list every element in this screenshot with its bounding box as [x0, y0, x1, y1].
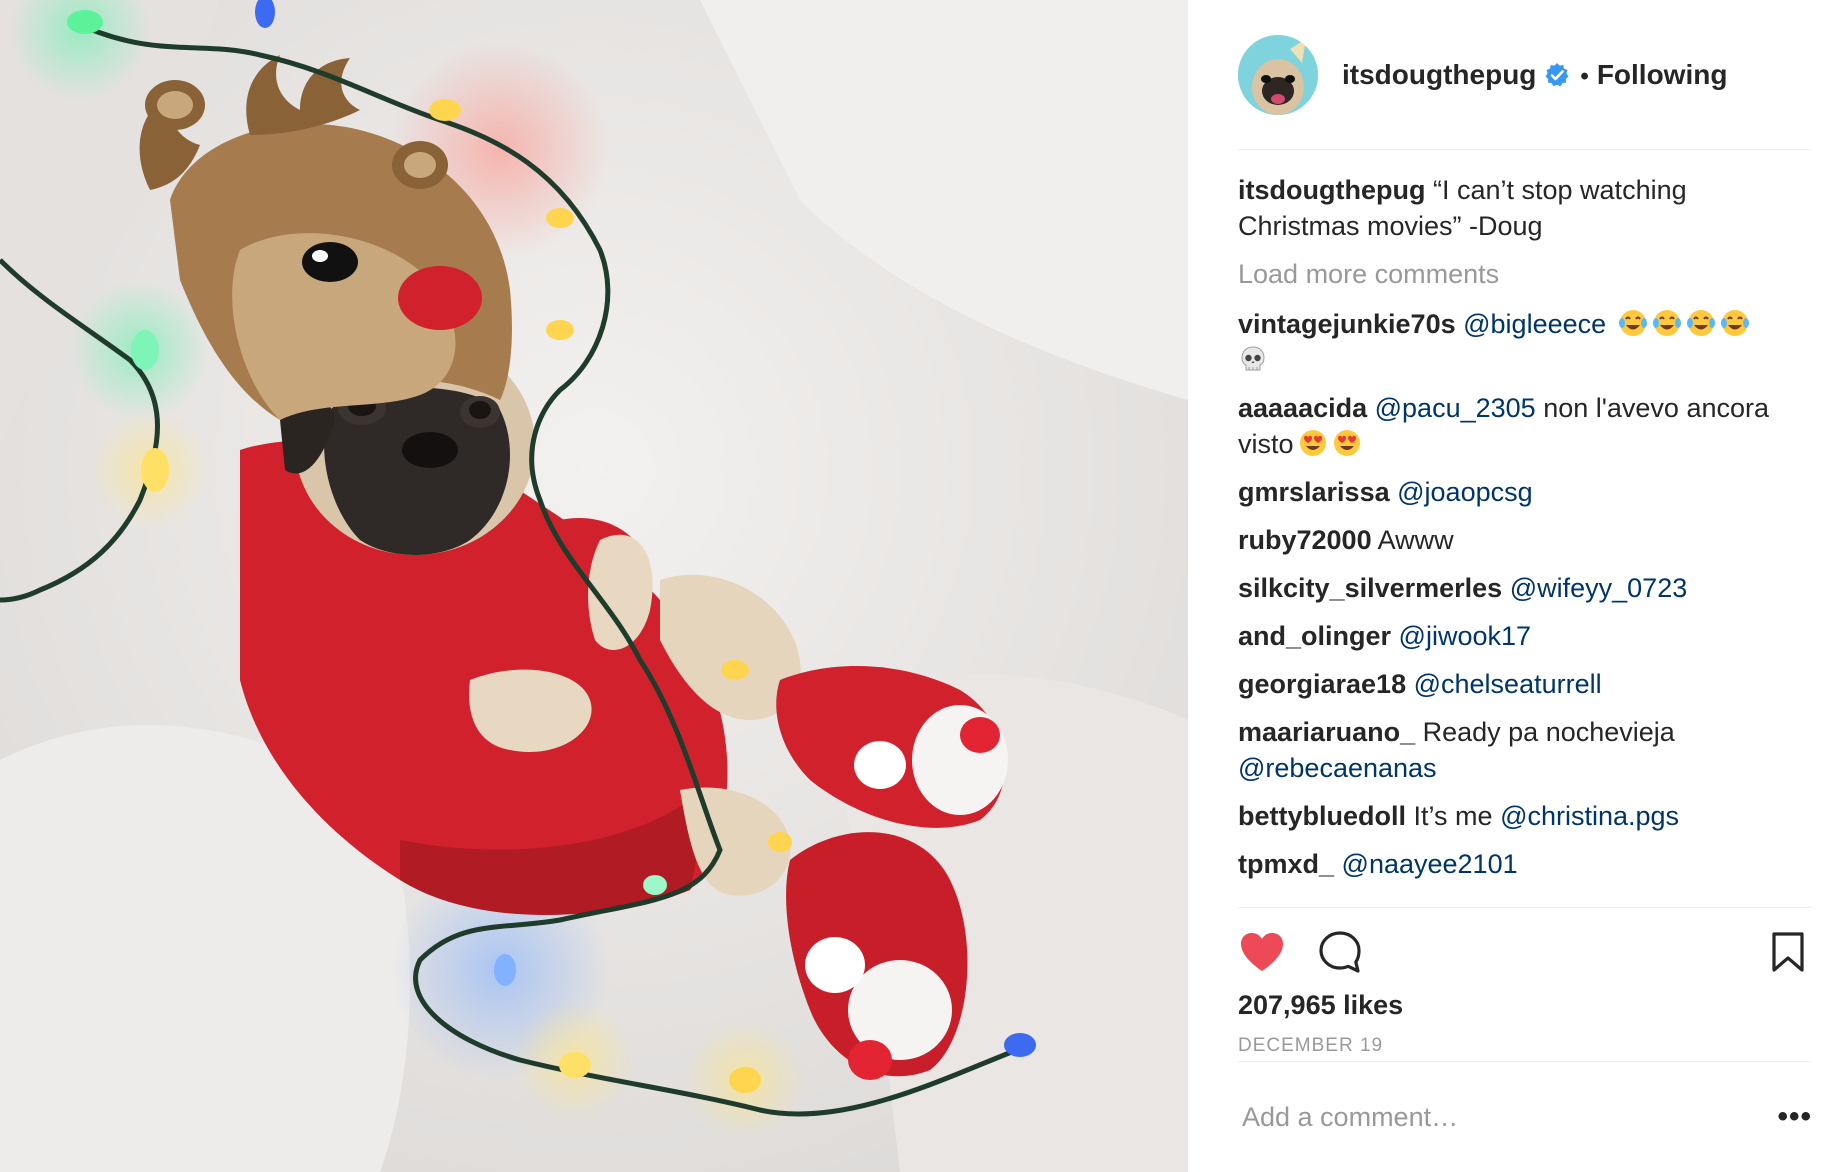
comment-mention[interactable]: @christina.pgs: [1500, 801, 1679, 831]
comment-item: ruby72000 Awww: [1238, 522, 1812, 558]
comment-mention[interactable]: @bigleeece: [1463, 309, 1606, 339]
face-with-tears-of-joy-icon: [1652, 310, 1681, 336]
save-button[interactable]: [1764, 928, 1812, 976]
comment-username[interactable]: ruby72000: [1238, 525, 1372, 555]
verified-badge-icon: [1545, 62, 1569, 86]
avatar[interactable]: [1238, 34, 1318, 115]
comment-item: georgiarae18 @chelseaturrell: [1238, 666, 1812, 702]
like-button[interactable]: [1238, 928, 1286, 976]
bookmark-icon: [1772, 932, 1804, 972]
face-with-tears-of-joy-icon: [1720, 310, 1749, 336]
post-actions: 207,965 likes DECEMBER 19: [1238, 908, 1812, 1062]
comment-item: aaaaacida @pacu_2305 non l'avevo ancora …: [1238, 390, 1812, 462]
face-with-tears-of-joy-icon: [1618, 310, 1647, 336]
post-header: itsdougthepug • Following: [1238, 0, 1812, 150]
comments-list[interactable]: itsdougthepug “I can’t stop watching Chr…: [1238, 150, 1812, 908]
comment-text: Awww: [1377, 525, 1454, 555]
comment-mention[interactable]: @joaopcsg: [1397, 477, 1533, 507]
comment-username[interactable]: and_olinger: [1238, 621, 1391, 651]
heart-filled-icon: [1241, 933, 1283, 971]
skull-icon: [1241, 346, 1265, 371]
header-separator: •: [1580, 62, 1589, 90]
post-view: itsdougthepug • Following itsdougthepug “…: [0, 0, 1848, 1172]
comment-mention[interactable]: @naayee2101: [1342, 849, 1518, 879]
comment-item: maariaruano_ Ready pa nochevieja @rebeca…: [1238, 714, 1812, 786]
comment-bubble-icon: [1319, 931, 1361, 973]
face-with-tears-of-joy-icon: [1686, 310, 1715, 336]
following-button[interactable]: Following: [1597, 59, 1728, 90]
likes-count[interactable]: 207,965 likes: [1238, 990, 1812, 1021]
post-sidebar: itsdougthepug • Following itsdougthepug “…: [1188, 0, 1848, 1172]
comment-username[interactable]: aaaaacida: [1238, 393, 1367, 423]
comment-item: silkcity_silvermerles @wifeyy_0723: [1238, 570, 1812, 606]
comment-username[interactable]: bettybluedoll: [1238, 801, 1406, 831]
comment-mention[interactable]: @pacu_2305: [1375, 393, 1536, 423]
avatar-image: [1238, 34, 1318, 115]
comment-input[interactable]: [1238, 1101, 1718, 1133]
comment-item: gmrslarissa @joaopcsg: [1238, 474, 1812, 510]
heart-eyes-icon: [1333, 430, 1360, 456]
add-comment-bar: •••: [1238, 1062, 1812, 1172]
comment-username[interactable]: gmrslarissa: [1238, 477, 1390, 507]
comment-mention[interactable]: @wifeyy_0723: [1510, 573, 1688, 603]
comment-username[interactable]: georgiarae18: [1238, 669, 1406, 699]
comment-item: tpmxd_ @naayee2101: [1238, 846, 1812, 882]
caption-username[interactable]: itsdougthepug: [1238, 175, 1425, 205]
post-date[interactable]: DECEMBER 19: [1238, 1035, 1812, 1057]
heart-eyes-icon: [1299, 430, 1326, 456]
comment-username[interactable]: maariaruano_: [1238, 717, 1415, 747]
comment-item: and_olinger @jiwook17: [1238, 618, 1812, 654]
more-options-button[interactable]: •••: [1777, 1100, 1812, 1134]
comment-username[interactable]: tpmxd_: [1238, 849, 1334, 879]
comment-username[interactable]: vintagejunkie70s: [1238, 309, 1456, 339]
comment-username[interactable]: silkcity_silvermerles: [1238, 573, 1502, 603]
comment-mention[interactable]: @rebecaenanas: [1238, 753, 1437, 783]
pug-photo-illustration: [0, 0, 1188, 1172]
load-more-comments-button[interactable]: Load more comments: [1238, 256, 1812, 292]
comment-item: vintagejunkie70s @bigleeece: [1238, 306, 1812, 378]
comment-item: bettybluedoll It’s me @christina.pgs: [1238, 798, 1812, 834]
header-username-link[interactable]: itsdougthepug • Following: [1342, 59, 1727, 91]
comment-text: It’s me: [1413, 801, 1493, 831]
comment-mention[interactable]: @chelseaturrell: [1414, 669, 1602, 699]
comment-button[interactable]: [1316, 928, 1364, 976]
comment-text: Ready pa nochevieja: [1422, 717, 1675, 747]
post-caption: itsdougthepug “I can’t stop watching Chr…: [1238, 172, 1812, 244]
header-username[interactable]: itsdougthepug: [1342, 59, 1536, 90]
action-buttons: [1238, 928, 1812, 976]
post-photo[interactable]: [0, 0, 1188, 1172]
comment-mention[interactable]: @jiwook17: [1399, 621, 1531, 651]
